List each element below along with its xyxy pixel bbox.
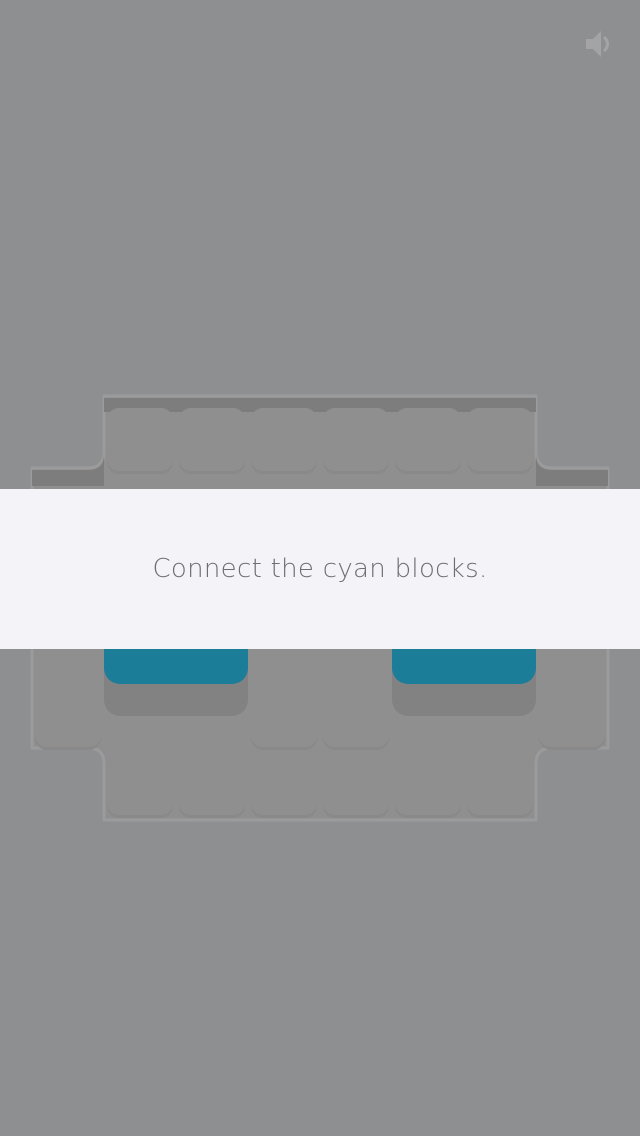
board-cell[interactable]	[35, 684, 101, 750]
board-cell[interactable]	[251, 752, 317, 818]
board-cell[interactable]	[467, 408, 533, 474]
board-cell[interactable]	[395, 408, 461, 474]
instruction-banner: Connect the cyan blocks.	[0, 489, 640, 649]
game-screen: Connect the cyan blocks.	[0, 0, 640, 1136]
board-cell[interactable]	[323, 684, 389, 750]
board-cell[interactable]	[467, 752, 533, 818]
board-cell[interactable]	[251, 408, 317, 474]
board-cell[interactable]	[539, 684, 605, 750]
board-cell[interactable]	[179, 408, 245, 474]
board-cell[interactable]	[395, 752, 461, 818]
board-cell[interactable]	[107, 752, 173, 818]
board-cell[interactable]	[251, 684, 317, 750]
board-cell[interactable]	[323, 408, 389, 474]
instruction-text: Connect the cyan blocks.	[152, 554, 488, 584]
board-cell[interactable]	[323, 752, 389, 818]
board-cell[interactable]	[107, 408, 173, 474]
board-cell[interactable]	[179, 752, 245, 818]
